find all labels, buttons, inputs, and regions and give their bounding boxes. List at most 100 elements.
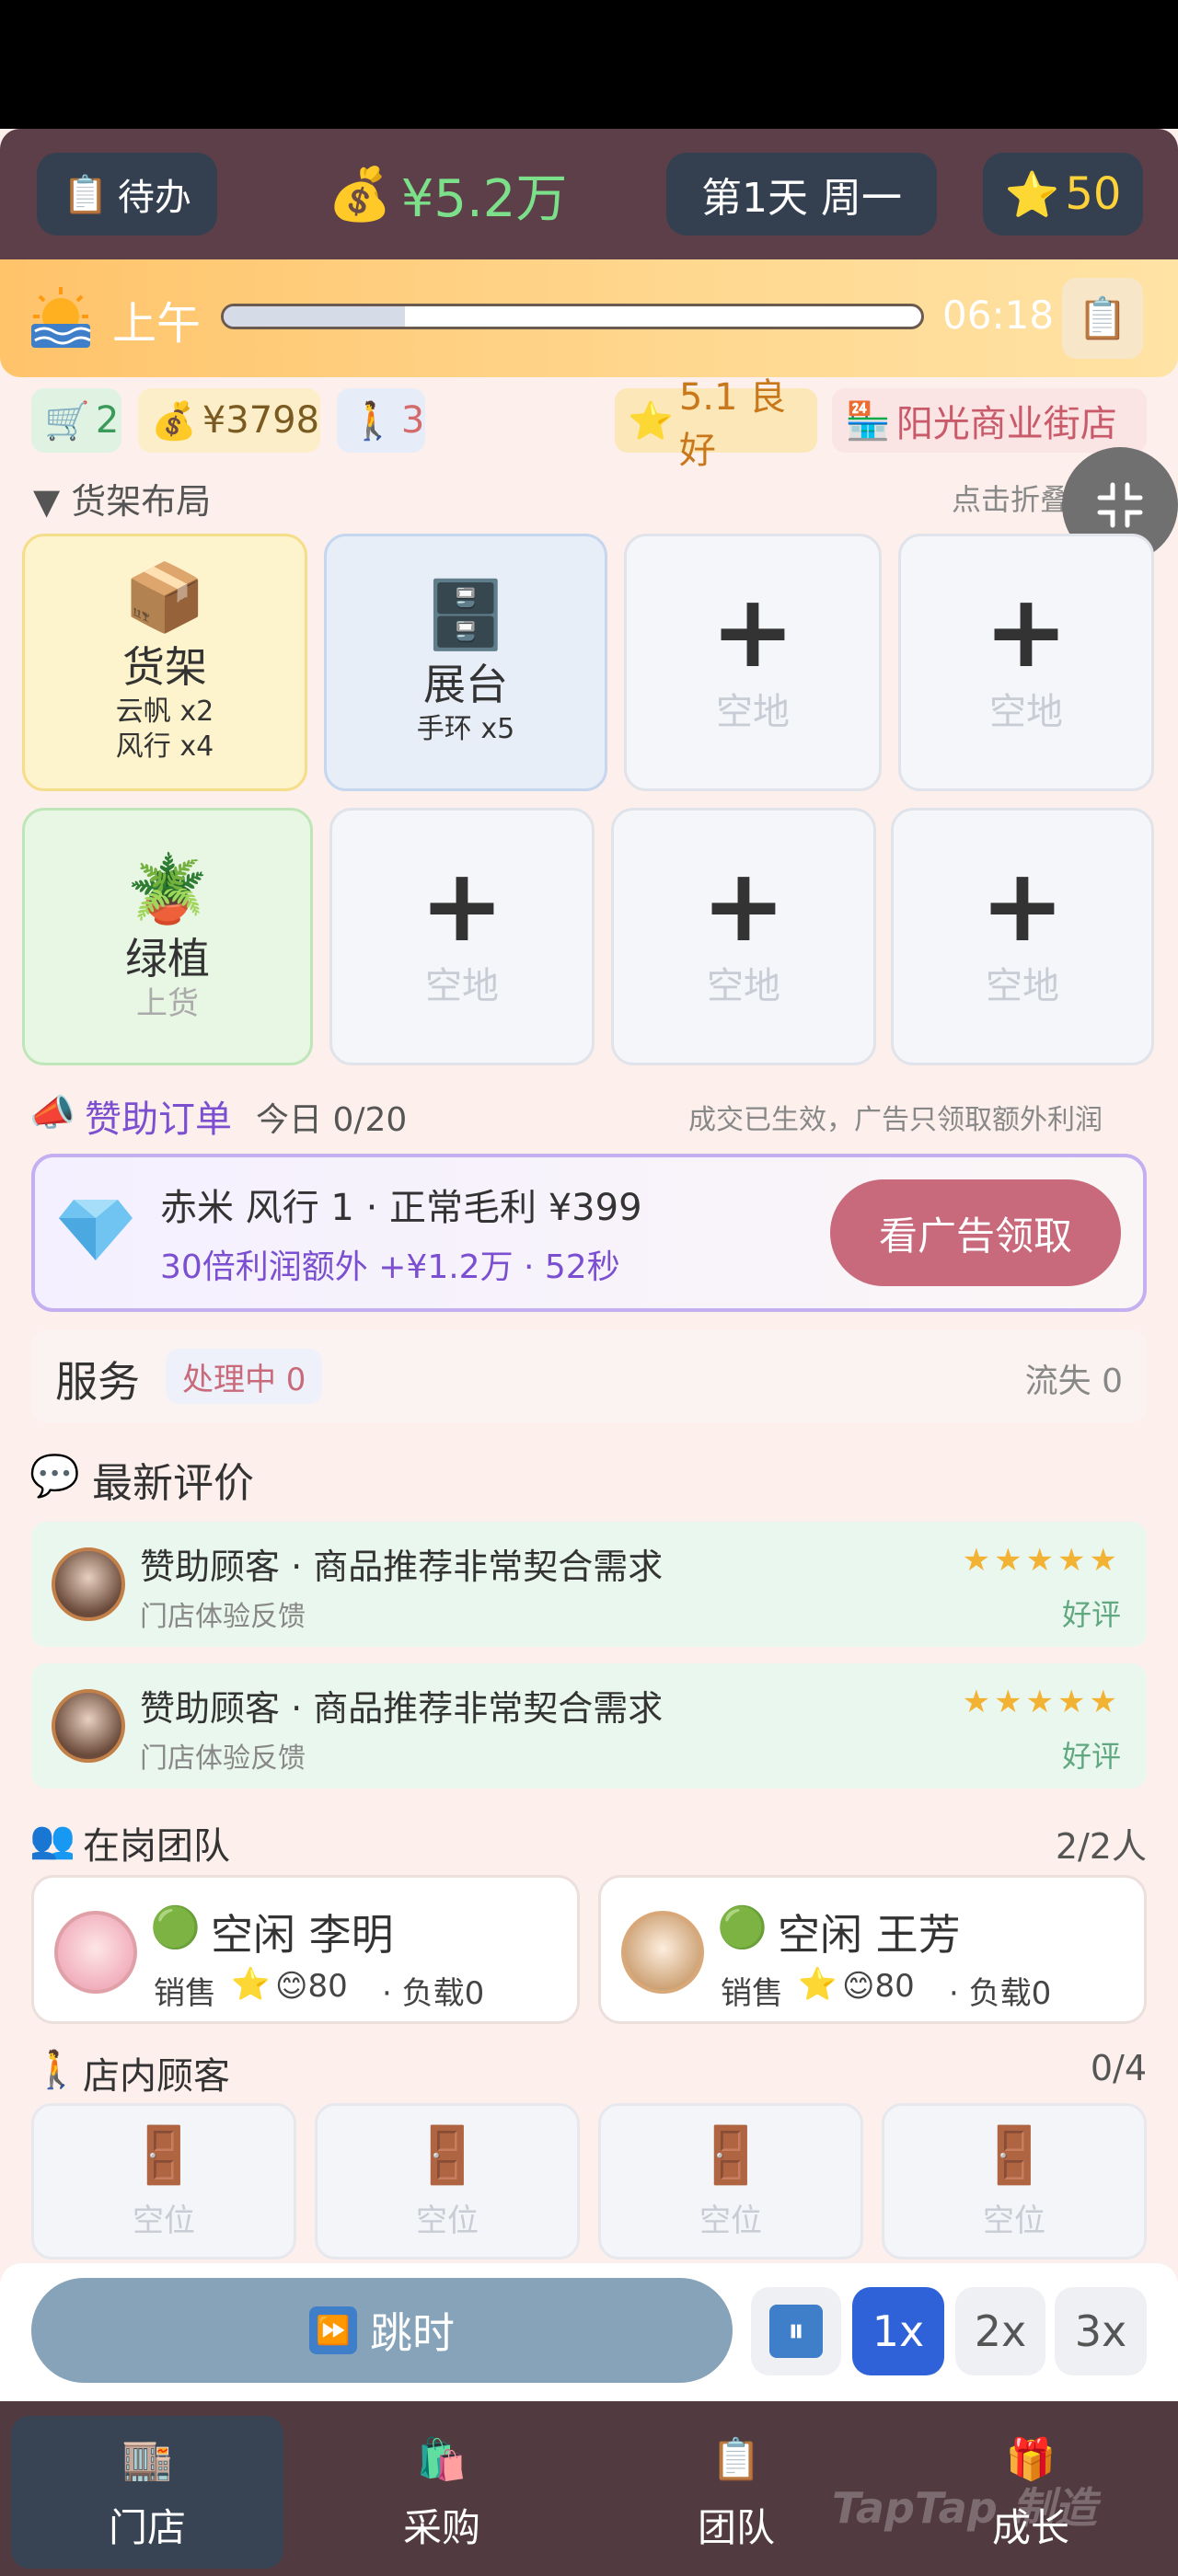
member-role: 销售	[721, 1975, 783, 2012]
shopping-bag-icon: 🛍️	[416, 2435, 468, 2483]
reviews-title: 最新评价	[92, 1460, 254, 1507]
nav-label: 门店	[108, 2504, 186, 2550]
member-load: · 负载0	[949, 1975, 1052, 2012]
time-period: 上午	[112, 298, 202, 350]
empty-label: 空地	[425, 965, 499, 1007]
review-item: 赞助顾客 · 商品推荐非常契合需求 门店体验反馈 ★★★★★ 好评	[31, 1522, 1147, 1647]
nav-purchase[interactable]: 🛍️ 采购	[306, 2416, 578, 2569]
slot-label: 空位	[699, 2202, 762, 2239]
nav-label: 采购	[402, 2504, 480, 2550]
potted-plant-icon: 🪴	[126, 850, 209, 927]
sponsor-bonus: 30倍利润额外 +¥1.2万 · 52秒	[160, 1248, 620, 1286]
store-icon: 🏪	[845, 399, 891, 443]
tile-stock: 风行 x4	[115, 730, 214, 763]
star-button[interactable]: ⭐ 50	[983, 153, 1143, 236]
top-bar: 📋 待办 💰 ¥5.2万 第1天 周一 ⭐ 50	[0, 129, 1178, 259]
nav-store[interactable]: 🏬 门店	[11, 2416, 283, 2569]
todo-button[interactable]: 📋 待办	[37, 153, 217, 236]
store-icon: 🏬	[121, 2435, 173, 2483]
clipboard-icon: 📋	[710, 2435, 762, 2483]
member-role: 销售	[154, 1975, 216, 2012]
door-icon: 🚪	[979, 2122, 1049, 2188]
tile-action: 上货	[136, 985, 199, 1022]
clipboard-icon: 📋	[63, 173, 109, 216]
lost-count: 流失 0	[1024, 1363, 1123, 1400]
speed-3x-button[interactable]: 3x	[1055, 2287, 1147, 2375]
customers-count: 0/4	[1090, 2048, 1147, 2088]
shelf-section-title[interactable]: ▼ 货架布局	[33, 473, 211, 523]
skip-time-label: 跳时	[370, 2308, 455, 2358]
pause-button[interactable]: ⏸	[751, 2287, 841, 2375]
clock-time: 06:18	[942, 293, 1055, 338]
speech-bubble-icon: 💬	[29, 1453, 80, 1500]
plus-icon: +	[983, 572, 1069, 690]
speed-1x-button[interactable]: 1x	[852, 2287, 944, 2375]
plus-icon: +	[979, 846, 1066, 964]
shelf-tile-plant[interactable]: 🪴 绿植 上货	[22, 808, 313, 1065]
plus-icon: +	[710, 572, 796, 690]
member-mood: 😊80	[842, 1968, 915, 2005]
visitors-stat: 🚶 3	[337, 388, 425, 453]
fast-forward-icon: ⏩	[309, 2306, 357, 2354]
sponsor-title: 赞助订单	[85, 1098, 232, 1141]
tile-name: 绿植	[125, 934, 210, 983]
collapse-icon	[1097, 482, 1143, 528]
revenue-value: ¥3798	[202, 399, 320, 442]
team-member-card[interactable]: 🟢 空闲 李明 销售 ⭐ 😊80 · 负载0	[31, 1875, 580, 2024]
customers-title: 店内顾客	[83, 2055, 230, 2098]
sponsor-card: 赤米 风行 1 · 正常毛利 ¥399 30倍利润额外 +¥1.2万 · 52秒…	[31, 1154, 1147, 1312]
walking-person-icon: 🚶	[350, 399, 396, 443]
skip-time-button[interactable]: ⏩ 跳时	[31, 2278, 733, 2383]
tile-stock: 云帆 x2	[115, 696, 214, 728]
sponsor-note: 成交已生效，广告只领取额外利润	[688, 1104, 1103, 1136]
star-icon: ⭐	[628, 399, 674, 443]
slot-label: 空位	[416, 2202, 479, 2239]
star-icon: ⭐	[1004, 168, 1060, 221]
review-item: 赞助顾客 · 商品推荐非常契合需求 门店体验反馈 ★★★★★ 好评	[31, 1663, 1147, 1788]
member-status: 空闲 李明	[211, 1910, 394, 1960]
review-label: 好评	[1061, 1739, 1121, 1774]
task-list-button[interactable]: 📋	[1062, 278, 1143, 359]
watch-ad-button[interactable]: 看广告领取	[830, 1179, 1121, 1286]
empty-label: 空地	[986, 965, 1059, 1007]
store-name-stat[interactable]: 🏪 阳光商业街店	[832, 388, 1147, 453]
money-value: ¥5.2万	[400, 168, 568, 229]
day-progress-fill	[224, 306, 406, 327]
member-mood: 😊80	[275, 1968, 348, 2005]
review-subtext: 门店体验反馈	[140, 1742, 306, 1775]
speed-2x-button[interactable]: 2x	[955, 2287, 1045, 2375]
shelf-tile-display[interactable]: 🗄️ 展台 手环 x5	[324, 534, 607, 791]
status-dot-icon: 🟢	[150, 1904, 201, 1951]
customer-slot: 🚪 空位	[882, 2103, 1147, 2260]
shelf-tile-shelf[interactable]: 📦 货架 云帆 x2 风行 x4	[22, 534, 307, 791]
visitors-count: 3	[400, 399, 425, 442]
shelf-tile-empty[interactable]: + 空地	[611, 808, 876, 1065]
review-stars: ★★★★★	[962, 1684, 1121, 1720]
day-label: 第1天 周一	[701, 175, 902, 222]
team-count: 2/2人	[1055, 1826, 1147, 1867]
reviewer-avatar	[52, 1547, 125, 1621]
pause-icon: ⏸	[769, 2305, 823, 2358]
day-progress-bar	[221, 304, 924, 329]
member-status: 空闲 王芳	[778, 1910, 961, 1960]
shelf-tile-empty[interactable]: + 空地	[624, 534, 882, 791]
slot-label: 空位	[983, 2202, 1045, 2239]
shelf-tile-empty[interactable]: + 空地	[898, 534, 1154, 791]
status-dot-icon: 🟢	[717, 1904, 768, 1951]
money-bag-icon: 💰	[328, 165, 392, 224]
sponsor-item: 赤米 风行 1 · 正常毛利 ¥399	[160, 1187, 642, 1229]
megaphone-icon: 📣	[29, 1092, 75, 1134]
sponsor-today: 今日 0/20	[256, 1101, 408, 1139]
customer-slot: 🚪 空位	[598, 2103, 863, 2260]
day-button[interactable]: 第1天 周一	[666, 153, 937, 236]
shelf-tile-empty[interactable]: + 空地	[891, 808, 1154, 1065]
cart-count: 2	[95, 399, 120, 442]
team-member-card[interactable]: 🟢 空闲 王芳 销售 ⭐ 😊80 · 负载0	[598, 1875, 1147, 2024]
review-text: 赞助顾客 · 商品推荐非常契合需求	[140, 1547, 664, 1587]
customer-slot: 🚪 空位	[31, 2103, 296, 2260]
shelf-tile-empty[interactable]: + 空地	[329, 808, 595, 1065]
service-row: 服务 处理中 0 流失 0	[31, 1330, 1147, 1422]
door-icon: 🚪	[412, 2122, 482, 2188]
review-stars: ★★★★★	[962, 1542, 1121, 1579]
slot-label: 空位	[133, 2202, 195, 2239]
